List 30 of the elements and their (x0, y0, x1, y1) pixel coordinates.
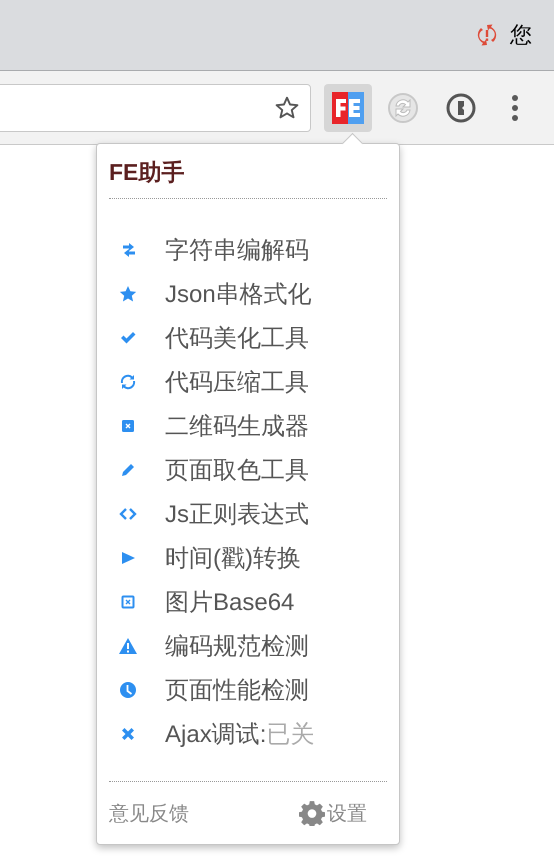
tool-menu-item[interactable]: 编码规范检测 (119, 630, 309, 662)
tool-menu-item[interactable]: Js正则表达式 (119, 498, 309, 530)
tool-menu-item[interactable]: 字符串编解码 (119, 234, 309, 266)
star-icon (119, 285, 137, 303)
square-x-icon (119, 417, 137, 435)
clock-icon (119, 681, 137, 699)
bookmark-star-icon[interactable] (274, 94, 300, 120)
tool-menu-item[interactable]: Json串格式化 (119, 278, 312, 310)
fe-logo-icon (332, 92, 364, 124)
tool-menu-item[interactable]: 页面性能检测 (119, 674, 309, 706)
feedback-link[interactable]: 意见反馈 (109, 800, 189, 826)
profile-name[interactable]: 您 (510, 20, 532, 50)
warning-icon (119, 637, 137, 655)
refresh-icon (119, 373, 137, 391)
tool-menu-item[interactable]: 图片Base64 (119, 586, 294, 618)
settings-icon (299, 800, 325, 826)
tool-menu-item[interactable]: 页面取色工具 (119, 454, 309, 486)
square-x-outline-icon (119, 593, 137, 611)
tool-menu-item[interactable]: 时间(戳)转换 (119, 542, 301, 574)
popup-title: FE助手 (109, 157, 387, 199)
password-manager-icon[interactable] (445, 92, 477, 124)
menu-icon[interactable] (511, 94, 519, 122)
play-icon (119, 549, 137, 567)
pencil-icon (119, 461, 137, 479)
settings-link[interactable]: 设置 (299, 800, 367, 826)
extension-button[interactable] (324, 84, 372, 132)
tool-menu-item[interactable]: 代码压缩工具 (119, 366, 309, 398)
tool-menu-item[interactable]: 二维码生成器 (119, 410, 309, 442)
tool-menu-item[interactable]: 代码美化工具 (119, 322, 309, 354)
tool-menu-item[interactable]: Ajax调试:已关 (119, 718, 314, 750)
